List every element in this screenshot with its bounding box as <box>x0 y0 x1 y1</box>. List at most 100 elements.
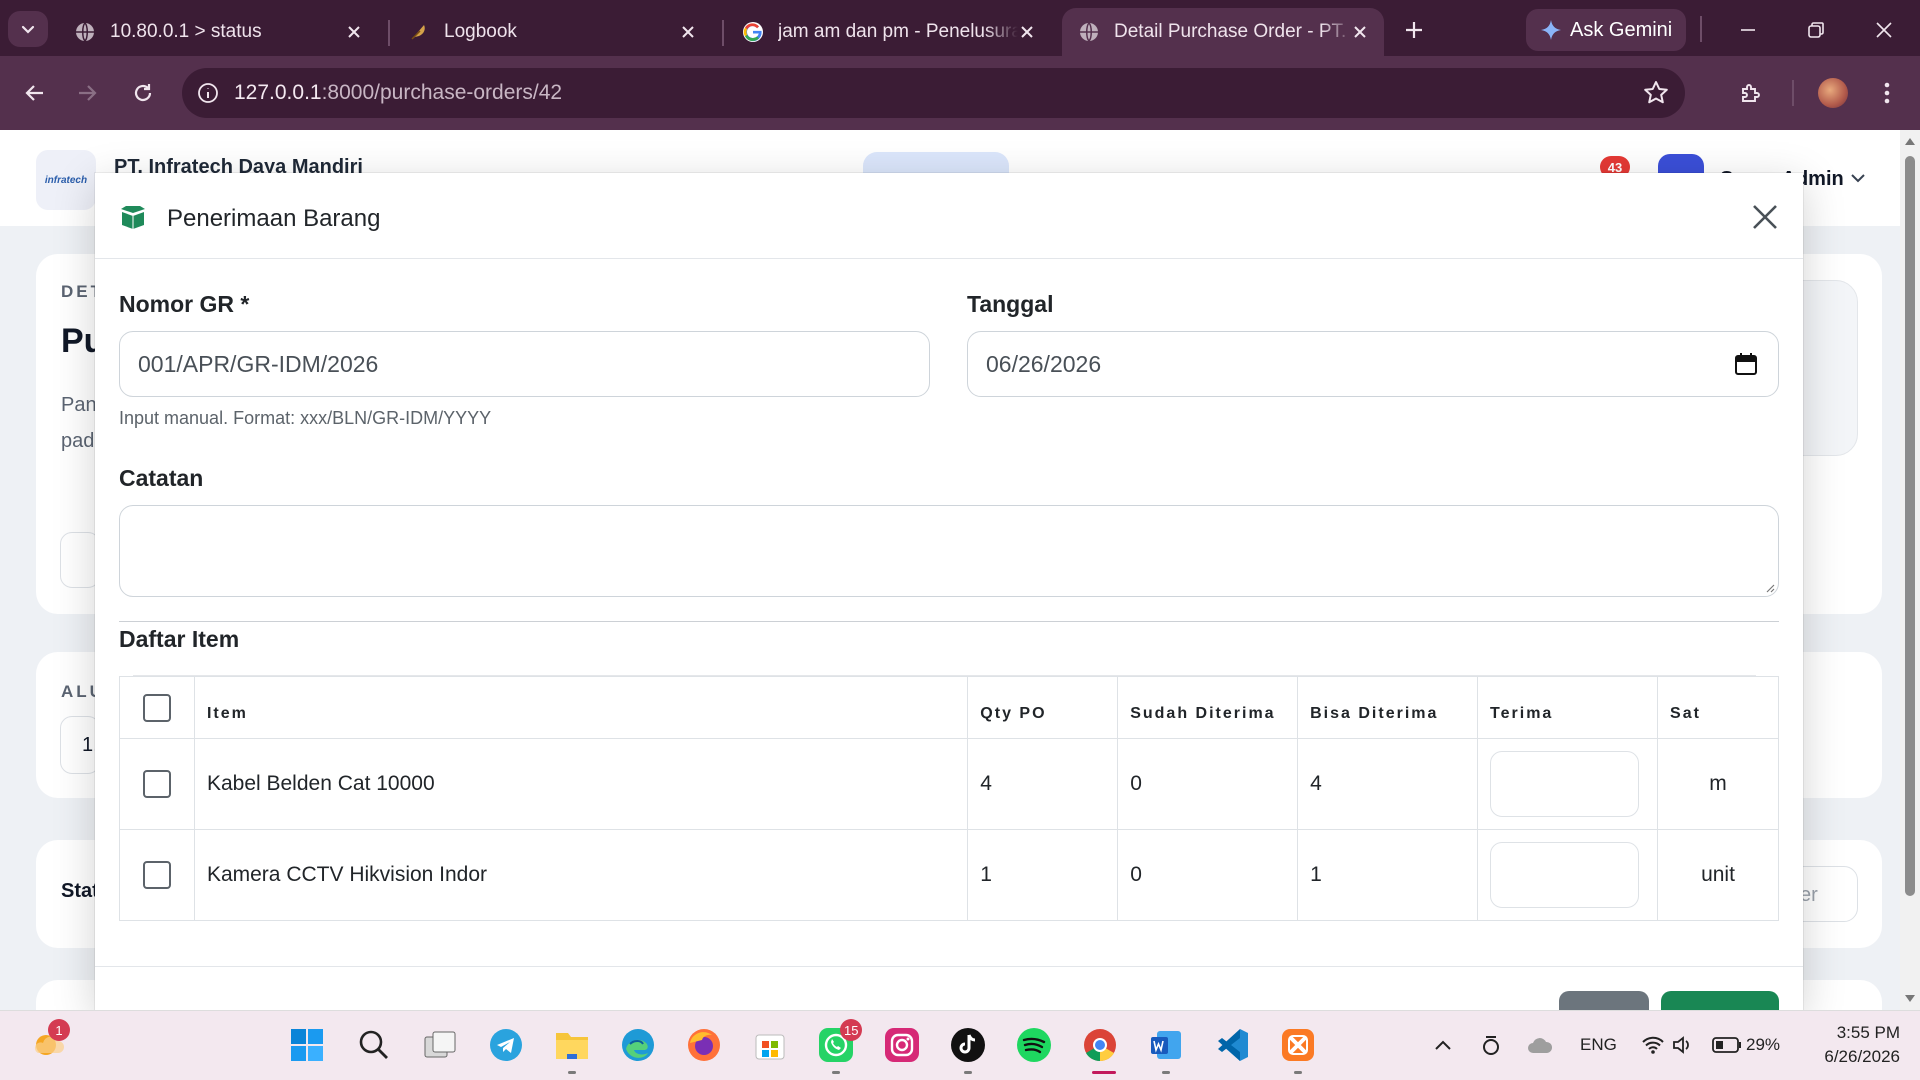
col-item: Item <box>193 676 969 739</box>
modal-footer-divider <box>95 966 1803 967</box>
xampp-app[interactable] <box>1278 1025 1318 1065</box>
minimize-icon <box>1741 29 1755 31</box>
microsoft-store-app[interactable] <box>750 1025 790 1065</box>
spotify-app[interactable] <box>1014 1025 1054 1065</box>
battery-percent: 29% <box>1746 1035 1781 1054</box>
battery-icon[interactable] <box>1712 1037 1742 1053</box>
close-icon[interactable] <box>1017 22 1037 42</box>
row-checkbox[interactable] <box>142 861 171 889</box>
browser-tab-strip: 10.80.0.1 > status Logbook jam am dan pm… <box>0 0 1920 56</box>
globe-icon <box>1078 21 1100 43</box>
tab-title: jam am dan pm - Penelusuran Google <box>778 21 1018 42</box>
chevron-down-icon[interactable] <box>1850 172 1866 184</box>
system-clock[interactable]: 3:55 PM 6/26/2026 <box>1808 1021 1900 1069</box>
tab-separator <box>722 20 724 46</box>
row-checkbox[interactable] <box>142 770 171 798</box>
back-button[interactable] <box>16 74 54 112</box>
running-indicator <box>1162 1071 1170 1074</box>
restore-button[interactable] <box>1796 12 1836 48</box>
edge-app[interactable] <box>618 1025 658 1065</box>
resize-grip-icon[interactable] <box>1765 583 1775 593</box>
scroll-down-icon[interactable] <box>1904 994 1916 1004</box>
more-vertical-icon <box>1884 82 1890 104</box>
firefox-icon <box>688 1029 720 1061</box>
nomor-gr-help: Input manual. Format: xxx/BLN/GR-IDM/YYY… <box>119 408 492 428</box>
spotify-icon <box>1017 1028 1051 1062</box>
bg-button[interactable] <box>60 532 100 588</box>
terima-input[interactable] <box>1490 842 1640 908</box>
satuan: unit <box>1657 829 1779 921</box>
start-button[interactable] <box>287 1025 327 1065</box>
tab-logbook[interactable]: Logbook <box>392 8 712 56</box>
table-header-row: Item Qty PO Sudah Diterima Bisa Diterima… <box>119 676 1779 739</box>
close-icon[interactable] <box>678 22 698 42</box>
language-indicator[interactable]: ENG <box>1580 1035 1617 1055</box>
close-icon[interactable] <box>344 22 364 42</box>
tab-detail-purchase-order[interactable]: Detail Purchase Order - PT. Infratech Da… <box>1062 8 1384 56</box>
tab-search-button[interactable] <box>8 11 48 47</box>
xampp-icon <box>1282 1029 1314 1061</box>
catatan-textarea[interactable] <box>119 505 1779 597</box>
sync-icon[interactable] <box>1480 1033 1502 1057</box>
nomor-gr-input[interactable]: 001/APR/GR-IDM/2026 <box>119 331 930 397</box>
ask-gemini-button[interactable]: Ask Gemini <box>1526 9 1686 51</box>
chrome-app[interactable] <box>1080 1025 1120 1065</box>
globe-icon <box>74 21 96 43</box>
volume-icon[interactable] <box>1672 1035 1694 1055</box>
catatan-label: Catatan <box>119 465 204 491</box>
select-all-checkbox[interactable] <box>142 693 171 722</box>
address-bar[interactable]: 127.0.0.1:8000/purchase-orders/42 <box>182 68 1685 118</box>
terima-input[interactable] <box>1490 751 1640 817</box>
extensions-button[interactable] <box>1732 74 1770 112</box>
select-all-cell <box>119 676 195 739</box>
profile-button[interactable] <box>1814 74 1852 112</box>
reload-icon <box>134 84 152 102</box>
tanggal-label: Tanggal <box>967 291 1054 317</box>
minimize-button[interactable] <box>1728 12 1768 48</box>
bisa-diterima: 4 <box>1297 738 1479 830</box>
site-info-icon[interactable] <box>196 81 220 105</box>
wifi-icon[interactable] <box>1641 1035 1665 1055</box>
chrome-menu-button[interactable] <box>1868 74 1906 112</box>
tanggal-value: 06/26/2026 <box>986 350 1102 377</box>
file-explorer-app[interactable] <box>552 1025 592 1065</box>
bookmark-star-icon[interactable] <box>1643 80 1669 106</box>
tanggal-date-input[interactable]: 06/26/2026 <box>967 331 1779 397</box>
tiktok-app[interactable] <box>948 1025 988 1065</box>
instagram-icon <box>885 1028 919 1062</box>
firefox-app[interactable] <box>684 1025 724 1065</box>
row-select-cell <box>119 738 195 830</box>
tab-google-search[interactable]: jam am dan pm - Penelusuran Google <box>726 8 1051 56</box>
scroll-up-icon[interactable] <box>1904 136 1916 146</box>
reload-button[interactable] <box>124 74 162 112</box>
active-indicator <box>1092 1071 1116 1074</box>
col-sat: Sat <box>1657 676 1779 739</box>
close-window-button[interactable] <box>1864 12 1904 48</box>
chevron-up-icon[interactable] <box>1434 1039 1452 1051</box>
close-icon[interactable] <box>1350 22 1370 42</box>
page-scrollbar[interactable] <box>1900 130 1920 1010</box>
company-logo[interactable]: infratech <box>36 150 96 210</box>
new-tab-button[interactable] <box>1398 14 1430 46</box>
profile-avatar <box>1818 78 1848 108</box>
vscode-app[interactable] <box>1212 1025 1252 1065</box>
scrollbar-thumb[interactable] <box>1905 156 1915 896</box>
nomor-gr-label: Nomor GR * <box>119 291 250 317</box>
gemini-sparkle-icon <box>1541 20 1561 40</box>
task-view-button[interactable] <box>420 1025 460 1065</box>
close-icon <box>1876 22 1892 38</box>
divider <box>119 621 1779 622</box>
windows-taskbar: 1 15 ENG 29% 3:55 PM 6/26/2026 <box>0 1010 1920 1080</box>
item-table: Item Qty PO Sudah Diterima Bisa Diterima… <box>119 676 1779 921</box>
cloud-icon[interactable] <box>1526 1035 1554 1055</box>
telegram-app[interactable] <box>486 1025 526 1065</box>
calendar-icon[interactable] <box>1734 352 1758 376</box>
forward-button[interactable] <box>68 74 106 112</box>
tab-router-status[interactable]: 10.80.0.1 > status <box>58 8 378 56</box>
search-button[interactable] <box>354 1025 394 1065</box>
satuan: m <box>1657 738 1779 830</box>
close-icon[interactable] <box>1751 203 1779 231</box>
instagram-app[interactable] <box>882 1025 922 1065</box>
qty-po: 1 <box>967 829 1119 921</box>
word-app[interactable] <box>1146 1025 1186 1065</box>
